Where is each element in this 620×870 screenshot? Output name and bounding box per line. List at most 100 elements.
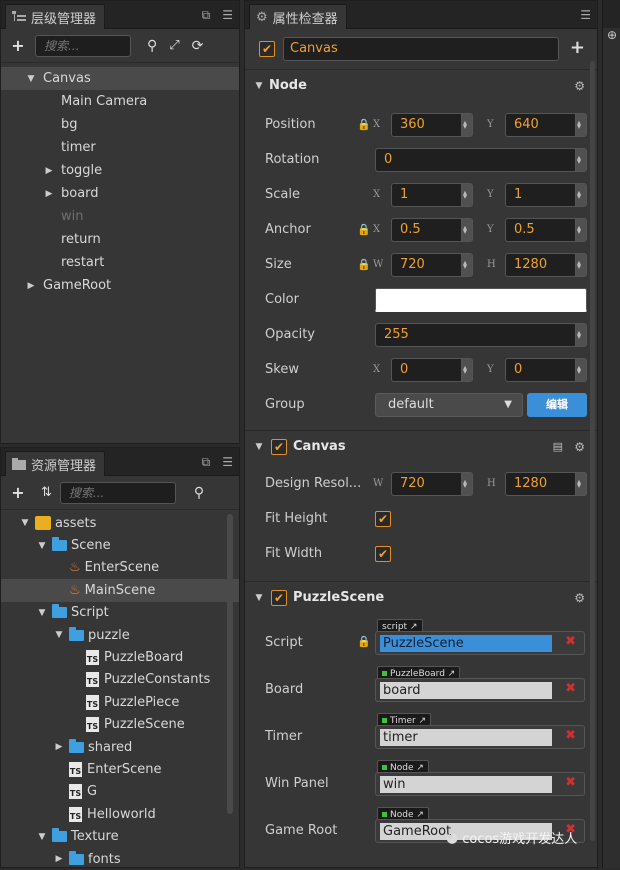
sort-icon[interactable]: ⇅	[41, 485, 52, 500]
refresh-icon[interactable]: ⟳	[192, 38, 204, 54]
inspector-scrollbar[interactable]	[590, 61, 595, 841]
skew-y-input[interactable]: 0	[505, 357, 587, 383]
clear-icon[interactable]: ✖	[565, 728, 576, 743]
rotation-input[interactable]: 0	[375, 147, 587, 173]
position-y-input[interactable]: 640	[505, 112, 587, 138]
size-h-input[interactable]: 1280	[505, 252, 587, 278]
asset-item[interactable]: TS PuzzleScene	[1, 714, 239, 736]
opacity-input[interactable]: 255	[375, 322, 587, 348]
menu-icon[interactable]: ☰	[222, 455, 233, 470]
group-edit-button[interactable]: 编辑	[527, 392, 587, 417]
asset-item[interactable]: ♨ MainScene	[1, 579, 239, 602]
asset-item[interactable]: TS G	[1, 781, 239, 803]
asset-item[interactable]: ▶ fonts	[1, 848, 239, 870]
asset-item[interactable]: ▼ assets	[1, 512, 239, 534]
asset-item[interactable]: TS Helloworld	[1, 803, 239, 825]
hierarchy-node[interactable]: ▼ Canvas	[1, 67, 239, 90]
expand-arrow-icon[interactable]: ▼	[25, 74, 37, 84]
asset-item[interactable]: TS PuzzleConstants	[1, 669, 239, 691]
assets-search-input[interactable]: 搜索...	[59, 481, 176, 504]
canvas-enabled-checkbox[interactable]: ✔	[271, 438, 287, 455]
script-field[interactable]: PuzzleScene ✖	[375, 631, 585, 655]
asset-item[interactable]: ▼ Scene	[1, 534, 239, 556]
node-name-input[interactable]: Canvas	[283, 37, 559, 61]
lock-icon[interactable]: 🔒	[357, 223, 371, 236]
collapse-arrow-icon[interactable]: ▶	[25, 281, 37, 291]
gear-icon[interactable]: ⚙	[574, 79, 585, 93]
size-w-input[interactable]: 720	[391, 252, 473, 278]
hierarchy-node[interactable]: timer	[1, 136, 239, 159]
asset-item[interactable]: ♨ EnterScene	[1, 557, 239, 579]
asset-item[interactable]: TS PuzzlePiece	[1, 691, 239, 713]
collapse-arrow-icon[interactable]: ▶	[53, 854, 65, 864]
hierarchy-search-input[interactable]: 搜索...	[35, 34, 131, 57]
hierarchy-tab[interactable]: 层级管理器	[5, 4, 106, 29]
puzzlescene-enabled-checkbox[interactable]: ✔	[271, 589, 287, 606]
win-panel-field[interactable]: win ✖	[375, 772, 585, 796]
fit-width-checkbox[interactable]: ✔	[375, 545, 391, 562]
timer-field[interactable]: timer ✖	[375, 725, 585, 749]
add-icon[interactable]: ⊕	[603, 28, 620, 42]
scale-x-input[interactable]: 1	[391, 182, 473, 208]
inspector-tab[interactable]: ⚙ 属性检查器	[249, 4, 347, 29]
design-w-input[interactable]: 720	[391, 471, 473, 497]
asset-item[interactable]: ▼ Script	[1, 602, 239, 624]
gear-icon[interactable]: ⚙	[574, 591, 585, 605]
asset-item[interactable]: ▼ puzzle	[1, 624, 239, 646]
node-section-header[interactable]: ▼ Node ⚙	[245, 69, 597, 101]
board-field[interactable]: board ✖	[375, 678, 585, 702]
expand-arrow-icon[interactable]: ▼	[19, 518, 31, 528]
asset-item[interactable]: ▶ shared	[1, 736, 239, 758]
collapse-arrow-icon[interactable]: ▶	[43, 166, 55, 176]
expand-arrow-icon[interactable]: ▼	[36, 541, 48, 551]
node-active-checkbox[interactable]: ✔	[259, 41, 275, 57]
clear-icon[interactable]: ✖	[565, 681, 576, 696]
collapse-arrow-icon[interactable]: ▶	[43, 189, 55, 199]
skew-x-input[interactable]: 0	[391, 357, 473, 383]
group-select[interactable]: default ▼	[375, 392, 523, 417]
hierarchy-node[interactable]: win	[1, 205, 239, 228]
hierarchy-node[interactable]: ▶ toggle	[1, 159, 239, 182]
puzzlescene-section-header[interactable]: ▼ ✔ PuzzleScene ⚙	[245, 581, 597, 613]
hierarchy-node[interactable]: return	[1, 228, 239, 251]
asset-item[interactable]: TS EnterScene	[1, 758, 239, 780]
gear-icon[interactable]: ⚙	[574, 440, 585, 454]
assets-scrollbar[interactable]	[227, 514, 233, 814]
search-icon[interactable]: ⚲	[194, 485, 204, 501]
maximize-icon[interactable]: ⧉	[202, 455, 211, 470]
add-asset-button[interactable]: +	[9, 483, 27, 502]
hierarchy-node[interactable]: ▶ board	[1, 182, 239, 205]
menu-icon[interactable]: ☰	[222, 8, 233, 23]
maximize-icon[interactable]: ⧉	[202, 8, 211, 23]
hierarchy-node[interactable]: ▶ GameRoot	[1, 274, 239, 297]
position-x-input[interactable]: 360	[391, 112, 473, 138]
anchor-x-input[interactable]: 0.5	[391, 217, 473, 243]
lock-icon[interactable]: 🔒	[357, 258, 371, 271]
hierarchy-node[interactable]: Main Camera	[1, 90, 239, 113]
fit-height-checkbox[interactable]: ✔	[375, 510, 391, 527]
asset-item[interactable]: TS PuzzleBoard	[1, 646, 239, 668]
menu-icon[interactable]: ☰	[580, 8, 591, 22]
anchor-y-input[interactable]: 0.5	[505, 217, 587, 243]
expand-arrow-icon[interactable]: ▼	[53, 630, 65, 640]
clear-icon[interactable]: ✖	[565, 634, 576, 649]
asset-item[interactable]: ▼ Texture	[1, 825, 239, 847]
expand-arrow-icon[interactable]: ▼	[36, 832, 48, 842]
add-component-button[interactable]: +	[570, 37, 585, 58]
scale-y-input[interactable]: 1	[505, 182, 587, 208]
clear-icon[interactable]: ✖	[565, 775, 576, 790]
search-icon[interactable]: ⚲	[147, 38, 157, 54]
expand-icon[interactable]: ⤢	[169, 38, 179, 53]
hierarchy-node[interactable]: restart	[1, 251, 239, 274]
lock-icon[interactable]: 🔒	[357, 118, 371, 131]
book-icon[interactable]: ▤	[553, 440, 563, 453]
color-swatch[interactable]	[375, 287, 587, 312]
collapse-arrow-icon[interactable]: ▶	[53, 742, 65, 752]
hierarchy-node[interactable]: bg	[1, 113, 239, 136]
design-h-input[interactable]: 1280	[505, 471, 587, 497]
add-node-button[interactable]: +	[9, 36, 27, 55]
canvas-section-header[interactable]: ▼ ✔ Canvas ▤ ⚙	[245, 430, 597, 462]
lock-icon[interactable]: 🔒	[357, 635, 371, 648]
expand-arrow-icon[interactable]: ▼	[36, 608, 48, 618]
assets-tab[interactable]: 资源管理器	[5, 451, 106, 476]
